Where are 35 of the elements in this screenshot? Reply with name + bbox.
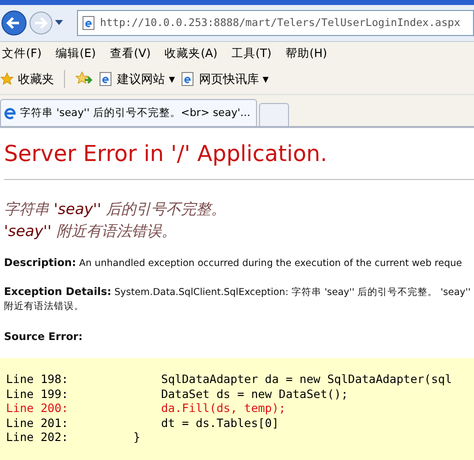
line-number: Line 201:: [6, 416, 70, 430]
line-number: Line 199:: [6, 386, 70, 401]
favorites-button[interactable]: 收藏夹: [0, 70, 54, 88]
error-message: 字符串 'seay'' 后的引号不完整。: [4, 199, 228, 220]
menu-item[interactable]: 收藏夹(A): [164, 46, 218, 60]
line-number: Line 202:: [6, 430, 70, 444]
source-error-label: Source Error:: [4, 330, 84, 344]
back-icon[interactable]: [1, 10, 27, 36]
page-icon: [82, 16, 96, 30]
favorites-link[interactable]: 建议网站 ▾: [99, 70, 175, 88]
page-icon: [99, 72, 113, 86]
code-line: DataSet ds = new DataSet();: [160, 386, 348, 401]
star-icon: [0, 72, 14, 86]
line-number: Line 200:: [6, 401, 70, 416]
code-line: da.Fill(ds, temp);: [160, 401, 286, 416]
menu-item[interactable]: 文件(F): [2, 46, 42, 60]
line-number: Line 198:: [6, 372, 70, 386]
menu-item[interactable]: 编辑(E): [56, 46, 96, 60]
favorites-link[interactable]: 网页快讯库 ▾: [180, 70, 269, 88]
code-line: }: [132, 430, 140, 444]
page-icon: [180, 72, 195, 86]
new-tab-button[interactable]: [259, 103, 290, 126]
error-message: 'seay'' 附近有语法错误。: [4, 221, 178, 242]
browser-tab[interactable]: 字符串 'seay'' 后的引号不完整。<br> seay'...: [0, 99, 258, 126]
address-field[interactable]: http://10.0.0.253:8888/mart/Telers/TelUserLoginIndex.aspx: [77, 10, 474, 36]
code-line: dt = ds.Tables[0]: [160, 416, 279, 430]
menu-item[interactable]: 帮助(H): [286, 46, 328, 60]
browser-logo-icon: [3, 106, 17, 120]
dropdown-icon[interactable]: [55, 20, 63, 26]
error-heading: Server Error in '/' Application.: [4, 142, 328, 167]
code-line: SqlDataAdapter da = new SqlDataAdapter(sql: [160, 372, 452, 386]
menu-item[interactable]: 查看(V): [110, 46, 151, 60]
description-text: Description: An unhandled exception occurred during the execution of the current web reque: [4, 256, 463, 271]
exception-details-text: Exception Details: System.Data.SqlClient.SqlException: 字符串 'seay'' 后的引号不完整。 'seay'' 附近有语法错误。: [4, 285, 472, 314]
menu-item[interactable]: 工具(T): [232, 46, 272, 60]
